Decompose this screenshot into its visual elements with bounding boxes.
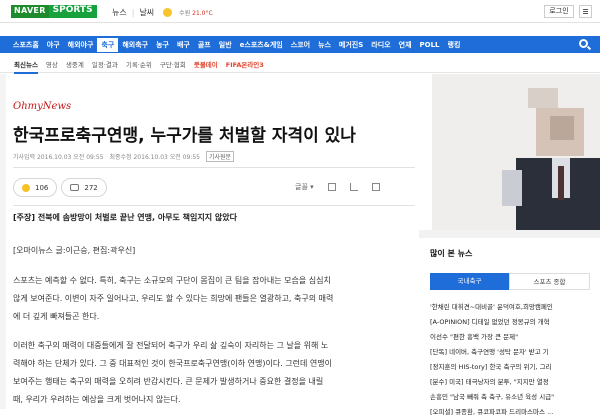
popular-news-item[interactable]: [오피셜] 큐종환, 큐코파코파 드리마스마스 ... — [430, 403, 596, 418]
paragraph-line: 때, 우리가 우려하는 예상을 크게 벗어나지 않는다. — [13, 395, 181, 404]
popular-tabs: 국내축구 스포츠 종합 — [430, 273, 590, 290]
like-button[interactable]: 106 — [13, 178, 58, 197]
popular-news-item[interactable]: [정지훈의 HIS-tory] 한국 축구의 위기, 그리 — [430, 358, 596, 373]
top-links: 뉴스 | 날씨 수원 21.0°C — [112, 7, 213, 18]
main-nav-list: 스포츠홈 야구 해외야구 축구 해외축구 농구 배구 골프 일반 e스포츠&게임 스코어 뉴스 메거진S… — [13, 36, 468, 53]
nav-item[interactable]: 해외야구 — [68, 40, 94, 50]
logo-naver: NAVER — [11, 5, 49, 18]
nav-item[interactable]: 스포츠홈 — [13, 40, 39, 50]
paragraph-line: 이러한 축구의 매력이 대중들에게 잘 전달되어 축구가 우리 삶 깊숙이 자리… — [13, 341, 329, 350]
main-nav: 스포츠홈 야구 해외야구 축구 해외축구 농구 배구 골프 일반 e스포츠&게임 스코어 뉴스 메거진S… — [0, 36, 600, 53]
paragraph-line: 스포츠는 예측할 수 없다. 특히, 축구는 소규모의 구단이 몸집이 큰 팀을… — [13, 276, 331, 285]
bookmark-icon[interactable] — [327, 183, 336, 191]
tab-sports-general[interactable]: 스포츠 종합 — [509, 273, 590, 290]
popular-news-item[interactable]: [분수] 미국] 태극낭자의 분투, "지지만 열정 — [430, 373, 596, 388]
share-icon[interactable] — [349, 183, 358, 191]
subnav-fifa-online[interactable]: FIFA온라인3 — [226, 59, 264, 74]
nav-item[interactable]: POLL — [420, 41, 440, 49]
subnav-live[interactable]: 생중계 — [66, 59, 84, 74]
paragraph-line: 에 더 깊게 빠져들곤 한다. — [13, 312, 100, 321]
published-time: 기사입력 2016.10.03 오전 09:55 — [13, 154, 104, 161]
nav-item[interactable]: e스포츠&게임 — [240, 40, 283, 50]
nav-item[interactable]: 배구 — [177, 40, 190, 50]
font-size-button[interactable]: 글꼴 ▾ — [295, 182, 314, 192]
nav-item[interactable]: 스코어 — [291, 40, 310, 50]
updated-time: 최종수정 2016.10.03 오전 09:55 — [109, 154, 201, 161]
nav-item[interactable]: 야구 — [47, 40, 60, 50]
original-article-link[interactable]: 기사원문 — [206, 151, 235, 162]
tab-domestic-football[interactable]: 국내축구 — [430, 273, 509, 290]
divider — [13, 167, 415, 168]
paragraph-line: 력해야 하는 단체가 있다. 그 중 대표적인 것이 한국프로축구연맹(이하 연… — [13, 359, 332, 368]
subnav-football-day[interactable]: 풋볼데이 — [194, 59, 218, 74]
weather-temp: 21.0°C — [192, 10, 213, 17]
popular-news-item[interactable]: '한채린 대휘견~대비골' 윤덕여호,희망캠페인 — [430, 298, 596, 313]
nav-item[interactable]: 축구 — [97, 37, 119, 52]
comment-icon — [70, 184, 80, 191]
menu-grid-icon[interactable] — [579, 5, 592, 18]
smile-icon — [22, 183, 30, 192]
sub-nav: 최신뉴스 영상 생중계 일정·결과 기록·순위 구단·협회 풋볼데이 FIFA온… — [0, 53, 600, 74]
subnav-video[interactable]: 영상 — [46, 59, 58, 74]
subnav-latest[interactable]: 최신뉴스 — [14, 59, 38, 74]
nav-item[interactable]: 해외축구 — [122, 40, 148, 50]
article-meta: 기사입력 2016.10.03 오전 09:55 최종수정 2016.10.03… — [13, 151, 235, 162]
nav-item[interactable]: 뉴스 — [318, 40, 331, 50]
article-source-logo[interactable]: OhmyNews — [13, 101, 71, 112]
logo-sports: SPORTS — [48, 5, 97, 18]
comment-count: 272 — [84, 183, 98, 192]
nav-item[interactable]: 일반 — [219, 40, 232, 50]
popular-news-item[interactable]: 이선수 "편한 흥백 가장 큰 문제" — [430, 328, 596, 343]
subnav-schedule[interactable]: 일정·결과 — [92, 59, 118, 74]
article-summary: [주장] 전북에 솜방망이 처벌로 끝난 연맹, 아무도 책임지지 않았다 — [13, 213, 237, 222]
article-byline: [오마이뉴스 글:이근승, 편집:곽우신] — [13, 246, 136, 255]
popular-news-header: 많이 본 뉴스 — [430, 248, 472, 259]
reaction-bar: 106 272 — [13, 178, 107, 197]
font-label: 글꼴 — [295, 183, 308, 191]
weather-place: 수원 — [179, 10, 191, 17]
popular-news-item[interactable]: [단독] 네이버, 축구연맹 '성탁 문자' 받고 기 — [430, 343, 596, 358]
nav-item[interactable]: 연재 — [399, 40, 412, 50]
comment-button[interactable]: 272 — [61, 178, 107, 197]
nav-item[interactable]: 랭킹 — [448, 40, 461, 50]
print-icon[interactable] — [371, 183, 380, 191]
weather-readout: 수원 21.0°C — [179, 8, 213, 17]
top-bar: NAVER SPORTS 뉴스 | 날씨 수원 21.0°C 로그인 — [0, 0, 600, 23]
sub-nav-list: 최신뉴스 영상 생중계 일정·결과 기록·순위 구단·협회 풋볼데이 FIFA온… — [14, 59, 264, 74]
login-button[interactable]: 로그인 — [544, 5, 574, 18]
top-link-weather[interactable]: 날씨 — [139, 7, 154, 18]
sun-icon — [163, 8, 173, 17]
article-title: 한국프로축구연맹, 누구가를 처벌할 자격이 있나 — [13, 126, 356, 146]
search-icon[interactable] — [579, 39, 588, 48]
sidebar-separator — [419, 230, 600, 238]
nav-item[interactable]: 골프 — [198, 40, 211, 50]
nav-item[interactable]: 메거진S — [339, 40, 363, 50]
top-link-news[interactable]: 뉴스 — [112, 7, 127, 18]
left-gutter — [0, 74, 6, 409]
paragraph-line: 보여주는 행태는 축구의 매력을 오히려 반감시킨다. 큰 문제가 발생하거나 … — [13, 377, 324, 386]
article-tools: 글꼴 ▾ — [295, 182, 380, 192]
popular-news-item[interactable]: 손흥민 "남국 빼줘 축 축구, 유소년 육성 시급" — [430, 388, 596, 403]
popular-news-item[interactable]: [A-OPINION] 디테일 없었던 정몽규의 개혁 — [430, 313, 596, 328]
subnav-clubs[interactable]: 구단·협회 — [160, 59, 186, 74]
popular-news-title: 많이 본 뉴스 — [430, 249, 473, 258]
like-count: 106 — [35, 183, 49, 192]
divider — [13, 205, 415, 206]
popular-news-list: '한채린 대휘견~대비골' 윤덕여호,희망캠페인 [A-OPINION] 디테일 … — [430, 298, 596, 418]
paragraph-line: 않게 보여준다. 이변이 자주 일어나고, 우리도 할 수 있다는 희망에 팬들… — [13, 294, 334, 303]
nav-item[interactable]: 농구 — [156, 40, 169, 50]
advertisement-image[interactable] — [432, 74, 600, 230]
nav-item[interactable]: 라디오 — [371, 40, 390, 50]
divider: | — [131, 8, 135, 17]
subnav-records[interactable]: 기록·순위 — [126, 59, 152, 74]
naver-sports-logo[interactable]: NAVER SPORTS — [11, 5, 97, 18]
